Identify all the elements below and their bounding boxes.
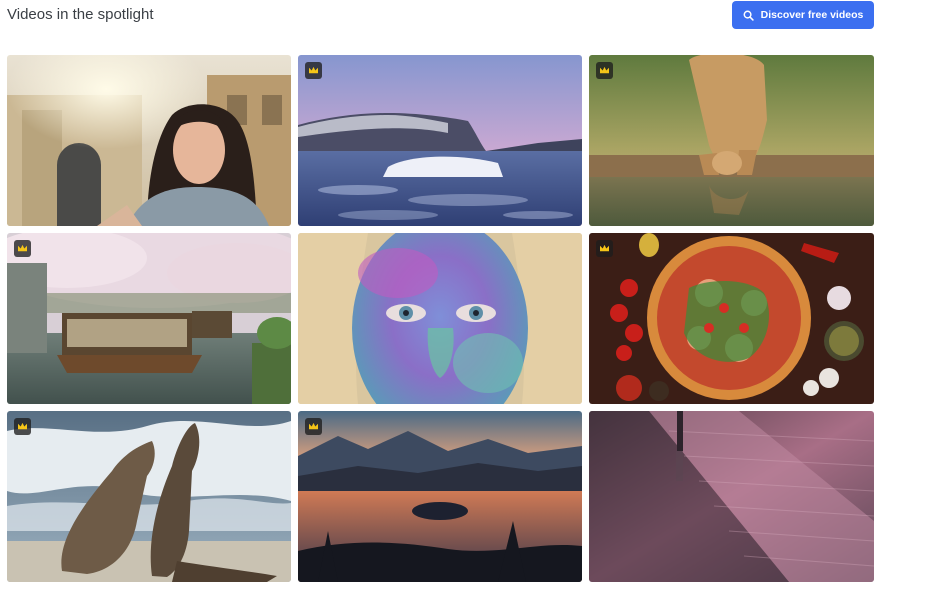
lake-sunset-image [298, 411, 582, 582]
video-thumbnail-lioness-drinking[interactable] [589, 55, 874, 226]
frozen-lake-image [298, 55, 582, 226]
pizza-image [589, 233, 874, 404]
woman-selfie-image [7, 55, 291, 226]
video-thumbnail-rainy-street[interactable] [589, 411, 874, 582]
video-thumbnail-woman-selfie[interactable] [7, 55, 291, 226]
cherry-blossom-boats-image [7, 233, 291, 404]
crown-icon [305, 62, 322, 79]
crown-icon [596, 240, 613, 257]
discover-button-label: Discover free videos [760, 9, 864, 21]
video-thumbnail-pizza[interactable] [589, 233, 874, 404]
video-grid [7, 55, 874, 582]
section-title: Videos in the spotlight [7, 6, 154, 23]
crown-icon [14, 418, 31, 435]
search-icon [743, 10, 754, 21]
video-thumbnail-cherry-blossom-boats[interactable] [7, 233, 291, 404]
video-thumbnail-lake-sunset[interactable] [298, 411, 582, 582]
crown-icon [14, 240, 31, 257]
crown-icon [305, 418, 322, 435]
video-thumbnail-sea-lions[interactable] [7, 411, 291, 582]
discover-free-videos-button[interactable]: Discover free videos [732, 1, 874, 29]
video-thumbnail-frozen-lake[interactable] [298, 55, 582, 226]
video-thumbnail-painted-face[interactable] [298, 233, 582, 404]
crown-icon [596, 62, 613, 79]
sea-lions-image [7, 411, 291, 582]
lioness-drinking-image [589, 55, 874, 226]
painted-face-image [298, 233, 582, 404]
rainy-street-image [589, 411, 874, 582]
